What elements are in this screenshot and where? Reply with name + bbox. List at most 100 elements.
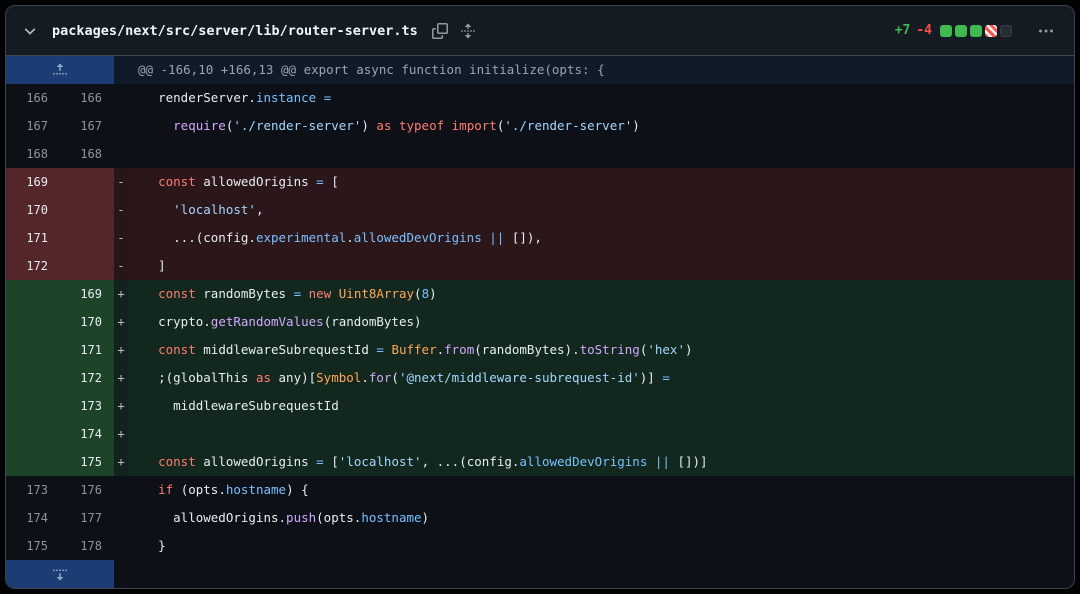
code-token: ( (414, 286, 422, 301)
old-line-number[interactable]: 168 (6, 140, 60, 168)
diff-row: 170- 'localhost', (6, 196, 1074, 224)
diff-row: 175+ const allowedOrigins = ['localhost'… (6, 448, 1074, 476)
diff-row: 171- ...(config.experimental.allowedDevO… (6, 224, 1074, 252)
old-line-number[interactable] (6, 308, 60, 336)
old-line-number[interactable]: 169 (6, 168, 60, 196)
new-line-number[interactable]: 168 (60, 140, 114, 168)
new-line-number[interactable]: 176 (60, 476, 114, 504)
old-line-number[interactable] (6, 392, 60, 420)
code-token (391, 118, 399, 133)
diff-marker: + (114, 308, 128, 336)
old-line-number[interactable]: 166 (6, 84, 60, 112)
code-token: toString (580, 342, 640, 357)
code-token: const (158, 286, 196, 301)
diffstat-block-added (955, 25, 967, 37)
expand-up-icon (52, 62, 68, 78)
old-line-number[interactable]: 173 (6, 476, 60, 504)
old-line-number[interactable] (6, 420, 60, 448)
diff-row: 170+ crypto.getRandomValues(randomBytes) (6, 308, 1074, 336)
code-token (316, 90, 324, 105)
new-line-number[interactable]: 172 (60, 364, 114, 392)
code-token: ) (422, 510, 430, 525)
diff-marker (114, 140, 128, 168)
expand-all-hunks-button[interactable] (454, 17, 482, 45)
code-token: getRandomValues (211, 314, 324, 329)
collapse-file-button[interactable] (16, 17, 44, 45)
new-line-number[interactable]: 170 (60, 308, 114, 336)
additions-count: +7 (895, 23, 911, 38)
old-line-number[interactable]: 167 (6, 112, 60, 140)
old-line-number[interactable]: 172 (6, 252, 60, 280)
code-token: )] (640, 370, 663, 385)
old-line-number[interactable]: 171 (6, 224, 60, 252)
code-token: 8 (422, 286, 430, 301)
new-line-number[interactable] (60, 196, 114, 224)
old-line-number[interactable] (6, 448, 60, 476)
new-line-number[interactable]: 173 (60, 392, 114, 420)
old-line-number[interactable]: 170 (6, 196, 60, 224)
code-token: ;(globalThis (128, 370, 256, 385)
old-line-number[interactable] (6, 280, 60, 308)
old-line-number[interactable] (6, 364, 60, 392)
code-token: || (489, 230, 504, 245)
unfold-all-icon (460, 23, 476, 39)
code-token: (randomBytes) (324, 314, 422, 329)
code-token: Symbol (316, 370, 361, 385)
code-token: 'hex' (647, 342, 685, 357)
expand-hunk-down-button[interactable] (6, 560, 114, 588)
diff-marker: - (114, 168, 128, 196)
code-token: hostname (361, 510, 421, 525)
code-token: require (173, 118, 226, 133)
new-line-number[interactable] (60, 252, 114, 280)
old-line-number[interactable]: 174 (6, 504, 60, 532)
new-line-number[interactable]: 178 (60, 532, 114, 560)
code-token (647, 454, 655, 469)
code-line: const randomBytes = new Uint8Array(8) (128, 280, 1074, 308)
code-token: 'localhost' (173, 202, 256, 217)
diffstat: +7 -4 (895, 23, 1012, 38)
diff-marker: + (114, 364, 128, 392)
diff-marker (114, 532, 128, 560)
code-token: (opts. (173, 482, 226, 497)
code-token: [])] (670, 454, 708, 469)
file-options-button[interactable] (1032, 17, 1060, 45)
new-line-number[interactable]: 174 (60, 420, 114, 448)
diff-row: 174177 allowedOrigins.push(opts.hostname… (6, 504, 1074, 532)
old-line-number[interactable] (6, 336, 60, 364)
diff-row: 173+ middlewareSubrequestId (6, 392, 1074, 420)
code-token: (randomBytes). (474, 342, 579, 357)
code-token: ( (391, 370, 399, 385)
code-token: . (361, 370, 369, 385)
new-line-number[interactable]: 175 (60, 448, 114, 476)
code-token: , ...(config. (422, 454, 520, 469)
new-line-number[interactable]: 166 (60, 84, 114, 112)
diff-row: 168168 (6, 140, 1074, 168)
diff-marker (114, 476, 128, 504)
code-token: typeof (399, 118, 444, 133)
code-token: . (437, 342, 445, 357)
diff-marker (114, 112, 128, 140)
code-token (444, 118, 452, 133)
new-line-number[interactable]: 177 (60, 504, 114, 532)
diff-marker: + (114, 336, 128, 364)
copy-path-button[interactable] (426, 17, 454, 45)
old-line-number[interactable]: 175 (6, 532, 60, 560)
new-line-number[interactable] (60, 168, 114, 196)
code-line: renderServer.instance = (128, 84, 1074, 112)
diff-marker: - (114, 224, 128, 252)
new-line-number[interactable]: 171 (60, 336, 114, 364)
file-header: packages/next/src/server/lib/router-serv… (6, 6, 1074, 56)
code-token: middlewareSubrequestId (196, 342, 377, 357)
code-token: './render-server' (504, 118, 632, 133)
new-line-number[interactable]: 167 (60, 112, 114, 140)
code-line: } (128, 532, 1074, 560)
diff-row: 175178 } (6, 532, 1074, 560)
new-line-number[interactable] (60, 224, 114, 252)
diff-row: 169- const allowedOrigins = [ (6, 168, 1074, 196)
code-token: 'localhost' (339, 454, 422, 469)
code-token: } (128, 538, 166, 553)
diff-row: 174+ (6, 420, 1074, 448)
expand-hunk-up-button[interactable] (6, 56, 114, 84)
code-line (128, 140, 1074, 168)
new-line-number[interactable]: 169 (60, 280, 114, 308)
